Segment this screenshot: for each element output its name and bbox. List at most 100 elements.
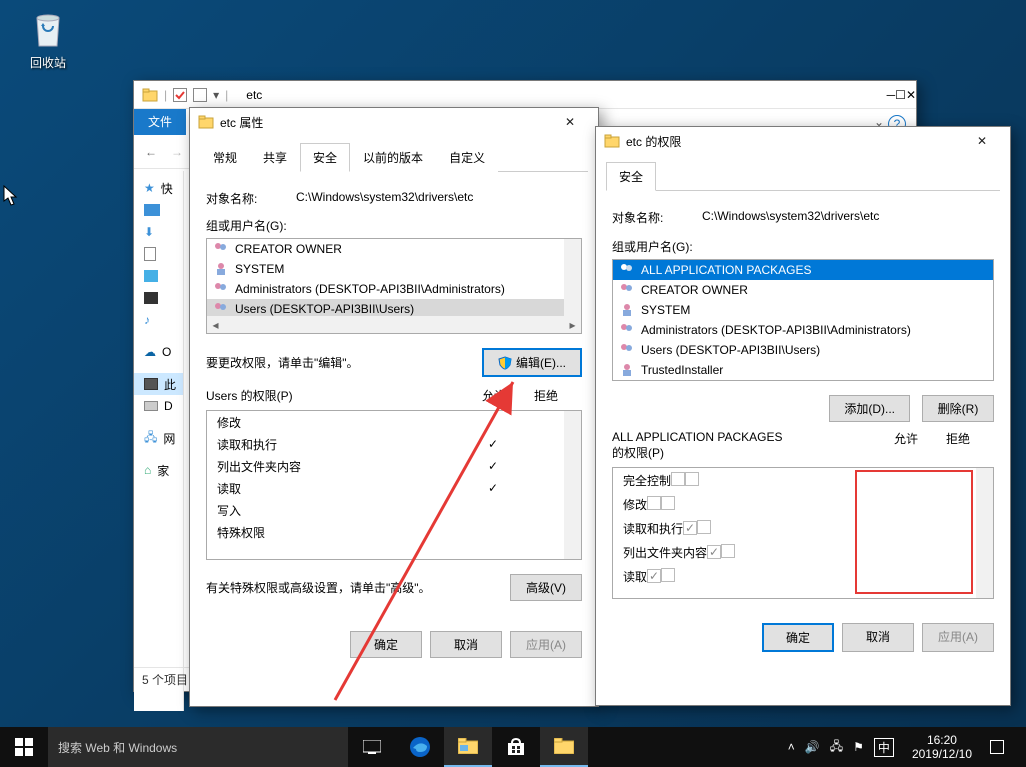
tab-general[interactable]: 常规 — [200, 143, 250, 172]
object-name-label: 对象名称: — [206, 190, 296, 207]
allow-checkbox[interactable] — [647, 496, 661, 510]
file-tab[interactable]: 文件 — [134, 109, 186, 135]
users-icon — [213, 301, 229, 317]
advanced-button[interactable]: 高级(V) — [510, 574, 582, 601]
deny-col-header: 拒绝 — [932, 430, 984, 461]
tab-security[interactable]: 安全 — [606, 162, 656, 191]
user-icon — [619, 302, 635, 318]
scrollbar-vertical[interactable] — [564, 411, 581, 559]
user-row: Administrators (DESKTOP-API3BII\Administ… — [207, 279, 581, 299]
cancel-button[interactable]: 取消 — [430, 631, 502, 658]
ok-button[interactable]: 确定 — [762, 623, 834, 652]
explorer-sidebar: ★快 ⬇ ♪ ☁O 此 D 🖧网 ⌂家 — [134, 171, 184, 711]
scrollbar-horizontal[interactable]: ◂▸ — [207, 316, 581, 333]
users-listbox[interactable]: ALL APPLICATION PACKAGES CREATOR OWNER S… — [612, 259, 994, 381]
tab-previous-versions[interactable]: 以前的版本 — [350, 143, 436, 172]
tab-share[interactable]: 共享 — [250, 143, 300, 172]
perm-for-label-1: ALL APPLICATION PACKAGES — [612, 430, 880, 444]
apply-button[interactable]: 应用(A) — [922, 623, 994, 652]
check-icon — [467, 481, 519, 495]
sidebar-quick-access[interactable]: ★快 — [134, 177, 183, 199]
sidebar-pictures[interactable] — [134, 265, 183, 287]
deny-checkbox[interactable] — [685, 472, 699, 486]
allow-checkbox[interactable] — [671, 472, 685, 486]
user-row: TrustedInstaller — [613, 360, 993, 380]
maximize-button[interactable]: ☐ — [895, 88, 906, 102]
user-row: SYSTEM — [207, 259, 581, 279]
recycle-bin-label: 回收站 — [30, 56, 66, 70]
remove-button[interactable]: 删除(R) — [922, 395, 994, 422]
edit-button[interactable]: 编辑(E)... — [482, 348, 582, 377]
cancel-button[interactable]: 取消 — [842, 623, 914, 652]
store-icon — [506, 737, 526, 757]
desktop-recycle-bin[interactable]: 回收站 — [18, 8, 78, 71]
qat-dropdown-icon[interactable]: ▾ — [213, 88, 219, 102]
sidebar-this-pc[interactable]: 此 — [134, 373, 183, 395]
flag-icon[interactable]: ⚑ — [853, 740, 864, 754]
props-close-button[interactable]: ✕ — [550, 110, 590, 134]
explorer-icon — [458, 738, 478, 754]
add-button[interactable]: 添加(D)... — [829, 395, 910, 422]
sidebar-drive-d[interactable]: D — [134, 395, 183, 417]
minimize-button[interactable]: ─ — [887, 88, 896, 102]
advanced-hint-label: 有关特殊权限或高级设置，请单击"高级"。 — [206, 579, 510, 596]
deny-col-header: 拒绝 — [520, 387, 572, 404]
edit-hint-label: 要更改权限，请单击"编辑"。 — [206, 354, 482, 371]
taskbar-clock[interactable]: 16:20 2019/12/10 — [904, 733, 980, 761]
close-button[interactable]: ✕ — [906, 88, 916, 102]
sidebar-homegroup[interactable]: ⌂家 — [134, 459, 183, 481]
allow-checkbox[interactable]: ✓ — [683, 521, 697, 535]
sidebar-onedrive[interactable]: ☁O — [134, 341, 183, 363]
ime-indicator[interactable]: 中 — [874, 738, 894, 757]
sidebar-downloads[interactable]: ⬇ — [134, 221, 183, 243]
perms-title: etc 的权限 — [626, 133, 962, 150]
sidebar-network[interactable]: 🖧网 — [134, 427, 183, 449]
start-button[interactable] — [0, 727, 48, 767]
ok-button[interactable]: 确定 — [350, 631, 422, 658]
sidebar-documents[interactable] — [134, 243, 183, 265]
check-icon — [467, 459, 519, 473]
deny-checkbox[interactable] — [721, 544, 735, 558]
apply-button[interactable]: 应用(A) — [510, 631, 582, 658]
folder-icon — [142, 87, 158, 103]
deny-checkbox[interactable] — [661, 568, 675, 582]
folder-icon — [604, 133, 620, 149]
volume-icon[interactable]: 🔊 — [805, 740, 820, 754]
windows-icon — [15, 738, 33, 756]
deny-checkbox[interactable] — [697, 520, 711, 534]
scrollbar-vertical[interactable] — [976, 468, 993, 598]
sidebar-desktop[interactable] — [134, 199, 183, 221]
allow-checkbox[interactable]: ✓ — [707, 545, 721, 559]
task-view-icon — [363, 740, 381, 754]
sidebar-music[interactable]: ♪ — [134, 309, 183, 331]
user-icon — [619, 362, 635, 378]
taskbar-edge[interactable] — [396, 727, 444, 767]
qat-separator: | — [164, 88, 167, 102]
back-button[interactable]: ← — [142, 143, 160, 161]
object-name-label: 对象名称: — [612, 209, 702, 226]
user-row: SYSTEM — [613, 300, 993, 320]
taskbar-explorer[interactable] — [444, 727, 492, 767]
mouse-cursor-icon — [3, 185, 19, 207]
taskbar-folder[interactable] — [540, 727, 588, 767]
taskbar-search-input[interactable]: 搜索 Web 和 Windows — [48, 727, 348, 767]
group-users-label: 组或用户名(G): — [612, 238, 994, 255]
dropdown-icon[interactable] — [193, 88, 207, 102]
perms-close-button[interactable]: ✕ — [962, 129, 1002, 153]
sidebar-videos[interactable] — [134, 287, 183, 309]
qat-separator-2: | — [225, 88, 228, 102]
action-center-icon[interactable] — [990, 740, 1004, 754]
tab-security[interactable]: 安全 — [300, 143, 350, 172]
taskbar-store[interactable] — [492, 727, 540, 767]
allow-checkbox[interactable]: ✓ — [647, 569, 661, 583]
checkbox-icon[interactable] — [173, 88, 187, 102]
network-icon[interactable]: 🖧 — [830, 737, 843, 758]
tray-chevron-icon[interactable]: ˄ — [788, 740, 795, 754]
forward-button[interactable]: → — [168, 143, 186, 161]
users-listbox[interactable]: CREATOR OWNER SYSTEM Administrators (DES… — [206, 238, 582, 334]
task-view-button[interactable] — [348, 727, 396, 767]
scrollbar-vertical[interactable] — [564, 239, 581, 316]
tab-customize[interactable]: 自定义 — [436, 143, 498, 172]
users-icon — [213, 281, 229, 297]
deny-checkbox[interactable] — [661, 496, 675, 510]
